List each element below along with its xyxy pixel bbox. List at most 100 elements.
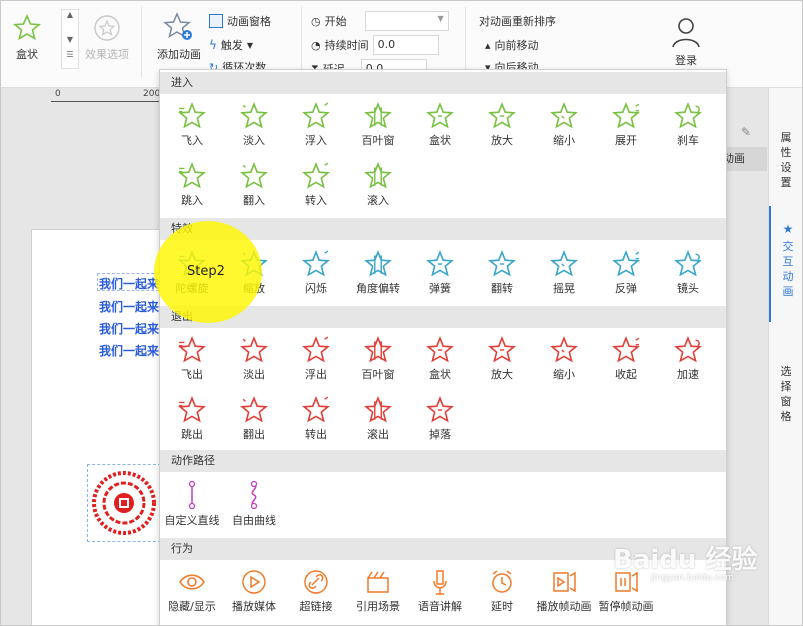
tab-property-settings[interactable]: 属性设置: [769, 130, 802, 190]
path-effect-item[interactable]: 自定义直线: [162, 476, 222, 532]
enter-effect-label: 浮入: [305, 134, 327, 147]
enter-effect-item[interactable]: 百叶窗: [348, 98, 408, 154]
star-icon: [674, 102, 702, 129]
app-window: 盒状 ▲ ▼ ☰ 效果选项 添加动画 动画窗格 ϟ 触发 ▼ ↻ 循环次数 ◷ …: [0, 0, 803, 626]
selection-pane-label: 选择窗格: [780, 365, 792, 423]
exit-effect-item[interactable]: 淡出: [224, 332, 284, 388]
exit-effect-item[interactable]: 翻出: [224, 392, 284, 448]
exit-effect-label: 淡出: [243, 368, 265, 381]
start-label: 开始: [324, 15, 347, 28]
add-animation-button[interactable]: 添加动画: [153, 11, 205, 62]
edit-icon[interactable]: ✎: [741, 125, 751, 139]
enter-effect-label: 展开: [615, 134, 637, 147]
user-login-button[interactable]: 登录: [665, 15, 707, 68]
add-animation-icon: [163, 12, 192, 40]
exit-effect-label: 缩小: [553, 368, 575, 381]
exit-effect-label: 浮出: [305, 368, 327, 381]
emphasis-effect-label: 镜头: [677, 282, 699, 295]
exit-effect-item[interactable]: 掉落: [410, 392, 470, 448]
tab-interactive-animation[interactable]: ★ 交互动画: [769, 206, 802, 322]
enter-effect-item[interactable]: 淡入: [224, 98, 284, 154]
trigger-button[interactable]: ϟ 触发 ▼: [209, 37, 253, 53]
enter-effect-item[interactable]: 刹车: [658, 98, 718, 154]
path-effect-label: 自由曲线: [232, 514, 276, 527]
clock-icon: ◷: [311, 14, 321, 28]
enter-effect-item[interactable]: 转入: [286, 158, 346, 214]
enter-effect-item[interactable]: 浮入: [286, 98, 346, 154]
red-seal-image[interactable]: [87, 464, 161, 542]
section-path-header: 动作路径: [160, 450, 726, 472]
star-icon: [488, 250, 516, 277]
chevron-down-icon: ▼: [66, 35, 74, 44]
play-icon: [242, 570, 266, 594]
behavior-effect-label: 播放帧动画: [536, 600, 592, 613]
enter-effect-item[interactable]: 滚入: [348, 158, 408, 214]
emphasis-effect-label: 翻转: [491, 282, 513, 295]
baidu-watermark-logo: Baidu 经验: [613, 545, 758, 575]
exit-effect-item[interactable]: 盒状: [410, 332, 470, 388]
star-icon: [426, 250, 454, 277]
star-icon: [612, 336, 640, 363]
behavior-effect-label: 播放媒体: [232, 600, 276, 613]
behavior-effect-item[interactable]: 播放帧动画: [534, 564, 594, 620]
exit-effect-item[interactable]: 放大: [472, 332, 532, 388]
emphasis-effect-item[interactable]: 翻转: [472, 246, 532, 302]
enter-effect-item[interactable]: 跳入: [162, 158, 222, 214]
user-login-label: 登录: [675, 54, 697, 67]
star-icon: [240, 102, 268, 129]
exit-effect-item[interactable]: 缩小: [534, 332, 594, 388]
emphasis-effect-item[interactable]: 镜头: [658, 246, 718, 302]
exit-effect-item[interactable]: 转出: [286, 392, 346, 448]
enter-effect-label: 缩小: [553, 134, 575, 147]
slide-text-line[interactable]: 我们一起来: [99, 320, 159, 337]
exit-effect-item[interactable]: 跳出: [162, 392, 222, 448]
slide-text-line[interactable]: 我们一起来: [99, 298, 159, 315]
exit-effect-item[interactable]: 百叶窗: [348, 332, 408, 388]
tab-selection-pane[interactable]: 选择窗格: [769, 364, 802, 424]
exit-effect-label: 掉落: [429, 428, 451, 441]
exit-effect-item[interactable]: 浮出: [286, 332, 346, 388]
slide-text-line[interactable]: 我们一起来: [99, 275, 159, 292]
enter-effect-item[interactable]: 缩小: [534, 98, 594, 154]
effect-gallery-scroll[interactable]: ▲ ▼ ☰: [61, 9, 79, 69]
enter-effect-item[interactable]: 展开: [596, 98, 656, 154]
duration-input[interactable]: 0.0: [372, 35, 439, 55]
enter-effect-item[interactable]: 翻入: [224, 158, 284, 214]
behavior-effect-item[interactable]: 语音讲解: [410, 564, 470, 620]
step-label: Step2: [187, 264, 225, 279]
section-enter-header: 进入: [160, 72, 726, 94]
exit-effect-item[interactable]: 滚出: [348, 392, 408, 448]
enter-effect-item[interactable]: 盒状: [410, 98, 470, 154]
exit-effect-item[interactable]: 加速: [658, 332, 718, 388]
emphasis-effect-item[interactable]: 闪烁: [286, 246, 346, 302]
exit-effect-label: 放大: [491, 368, 513, 381]
box-effect-button[interactable]: 盒状: [9, 13, 45, 62]
behavior-effect-item[interactable]: 隐藏/显示: [162, 564, 222, 620]
behavior-effect-item[interactable]: 播放媒体: [224, 564, 284, 620]
behavior-effect-item[interactable]: 引用场景: [348, 564, 408, 620]
star-icon: [488, 102, 516, 129]
emphasis-effect-item[interactable]: 弹簧: [410, 246, 470, 302]
exit-effect-item[interactable]: 飞出: [162, 332, 222, 388]
ribbon-divider: [465, 7, 466, 77]
emphasis-effect-item[interactable]: 角度偏转: [348, 246, 408, 302]
effect-options-button[interactable]: 效果选项: [83, 13, 131, 62]
enter-effect-item[interactable]: 飞入: [162, 98, 222, 154]
star-icon: [178, 396, 206, 423]
star-icon: [612, 250, 640, 277]
behavior-effect-item[interactable]: 延时: [472, 564, 532, 620]
star-icon: [426, 396, 454, 423]
animation-pane-button[interactable]: 动画窗格: [209, 13, 271, 29]
slide-text-line[interactable]: 我们一起来: [99, 342, 159, 359]
emphasis-effect-item[interactable]: 反弹: [596, 246, 656, 302]
duration-label: 持续时间: [324, 39, 369, 52]
start-select[interactable]: ▼: [364, 11, 449, 31]
behavior-effect-item[interactable]: 超链接: [286, 564, 346, 620]
emphasis-effect-item[interactable]: 摇晃: [534, 246, 594, 302]
duration-control: ◔ 持续时间 0.0: [311, 35, 439, 55]
exit-effect-item[interactable]: 收起: [596, 332, 656, 388]
enter-effect-item[interactable]: 放大: [472, 98, 532, 154]
path-effect-item[interactable]: 自由曲线: [224, 476, 284, 532]
star-icon: [674, 336, 702, 363]
move-forward-button[interactable]: ▴ 向前移动: [485, 37, 539, 53]
